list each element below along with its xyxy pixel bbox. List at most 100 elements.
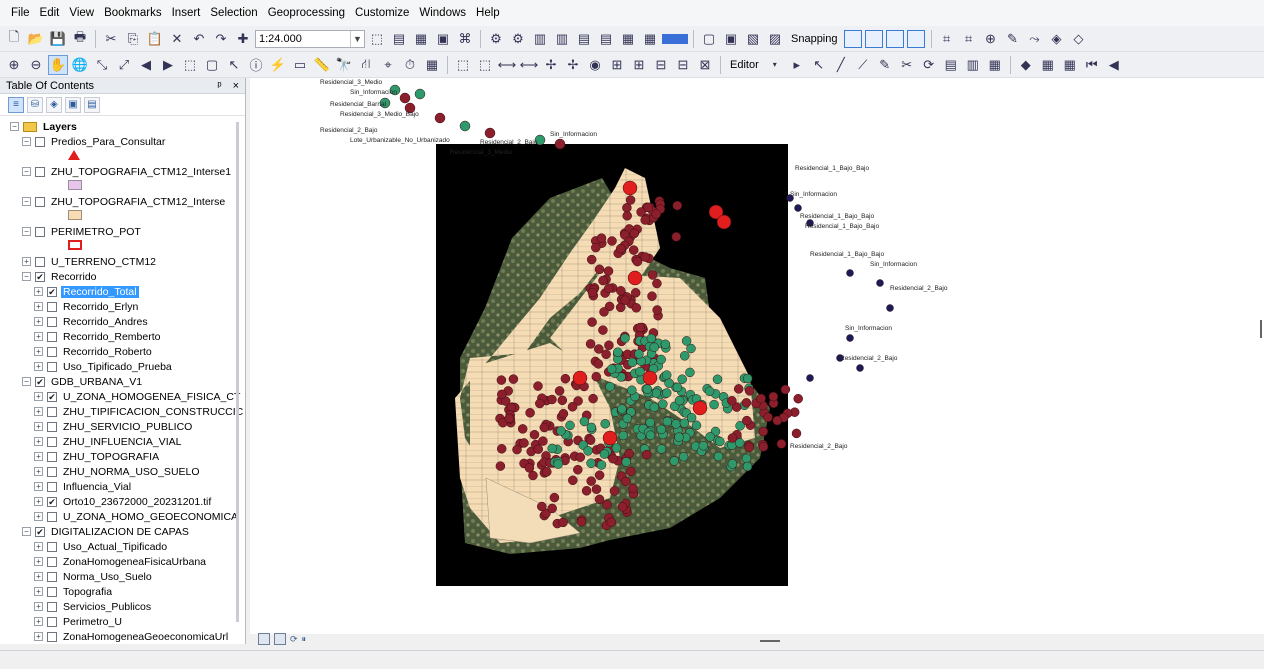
menu-bookmarks[interactable]: Bookmarks <box>99 0 167 26</box>
edit-tool-j[interactable]: ⊟ <box>651 55 671 75</box>
toc-layer-row[interactable]: + Recorrido_Andres <box>34 314 150 329</box>
toc-layer-row[interactable]: − ZHU_TOPOGRAFIA_CTM12_Interse <box>22 194 227 209</box>
toc-layer-row[interactable]: + ZHU_TOPOGRAFIA <box>34 449 161 464</box>
toc-layer-row[interactable]: + Recorrido_Roberto <box>34 344 154 359</box>
survey-point[interactable] <box>627 357 638 368</box>
layer-visibility-checkbox[interactable] <box>35 166 45 177</box>
select-features-icon[interactable]: ⬚ <box>180 55 200 75</box>
rotate-icon[interactable]: ⟳ <box>919 55 939 75</box>
survey-point[interactable] <box>741 453 752 464</box>
menu-customize[interactable]: Customize <box>350 0 414 26</box>
survey-point[interactable] <box>733 384 744 394</box>
expand-icon[interactable]: + <box>34 512 43 521</box>
toc-layer-row[interactable]: + ZonaHomogeneaFisicaUrbana <box>34 554 208 569</box>
create-features-icon[interactable]: ▦ <box>985 55 1005 75</box>
survey-point[interactable] <box>542 467 552 477</box>
survey-point[interactable] <box>672 200 683 211</box>
survey-point[interactable] <box>664 378 674 388</box>
survey-point[interactable] <box>556 426 566 436</box>
snap-end-icon[interactable] <box>864 29 883 48</box>
survey-point[interactable] <box>537 501 547 512</box>
survey-point[interactable] <box>525 408 535 418</box>
survey-point[interactable] <box>591 484 602 494</box>
tool-icon-d[interactable]: ▥ <box>552 29 572 49</box>
collapse-icon[interactable]: − <box>22 272 31 281</box>
find-icon[interactable]: 🔭 <box>334 55 354 75</box>
snapping-menu[interactable]: Snapping <box>787 29 842 49</box>
layer-visibility-checkbox[interactable]: ✔ <box>35 526 45 537</box>
survey-point[interactable] <box>709 399 719 410</box>
survey-point-highlight[interactable] <box>642 370 658 386</box>
survey-point[interactable] <box>598 325 608 335</box>
layer-visibility-checkbox[interactable] <box>35 226 45 237</box>
tool-icon-a[interactable]: ⚙ <box>486 29 506 49</box>
survey-point[interactable] <box>567 402 578 412</box>
survey-point[interactable] <box>602 499 612 510</box>
survey-point[interactable] <box>557 395 568 406</box>
toc-layer-row[interactable]: − PERIMETRO_POT <box>22 224 143 239</box>
survey-point[interactable] <box>713 451 724 462</box>
survey-point-highlight[interactable] <box>572 370 588 386</box>
survey-point-outlier[interactable] <box>434 112 446 124</box>
expand-icon[interactable]: + <box>34 452 43 461</box>
survey-point[interactable] <box>727 459 738 469</box>
print-icon[interactable]: 🖶 <box>70 29 90 49</box>
survey-point[interactable] <box>594 264 605 275</box>
survey-point[interactable] <box>642 384 653 394</box>
expand-icon[interactable]: + <box>34 542 43 551</box>
survey-point[interactable] <box>630 288 641 298</box>
survey-point[interactable] <box>599 307 609 317</box>
layer-visibility-checkbox[interactable] <box>35 256 45 267</box>
toc-layer-row[interactable]: − ZHU_TOPOGRAFIA_CTM12_Interse1 <box>22 164 233 179</box>
survey-point[interactable] <box>616 243 626 254</box>
georef-icon-d[interactable]: ⏮ <box>1082 55 1102 75</box>
survey-point[interactable] <box>617 502 628 512</box>
layer-visibility-checkbox[interactable] <box>47 301 57 312</box>
pan-icon[interactable]: ✋ <box>48 54 68 75</box>
layers-root[interactable]: − Layers <box>10 119 79 134</box>
survey-point[interactable] <box>647 291 657 301</box>
collapse-icon[interactable]: − <box>22 227 31 236</box>
survey-point[interactable] <box>662 416 673 427</box>
survey-point[interactable] <box>742 461 753 472</box>
survey-point[interactable] <box>656 424 667 435</box>
survey-point[interactable] <box>495 461 506 471</box>
layer-visibility-checkbox[interactable] <box>47 361 57 372</box>
survey-point[interactable] <box>645 430 656 441</box>
layer-visibility-checkbox[interactable]: ✔ <box>35 376 45 387</box>
survey-point[interactable] <box>741 398 752 408</box>
survey-point[interactable] <box>593 359 604 369</box>
tool-icon-g[interactable]: ▦ <box>618 29 638 49</box>
report-icon[interactable]: ▨ <box>765 29 785 49</box>
toc-layer-row[interactable]: − ✔ Recorrido <box>22 269 99 284</box>
layout-view-tab-icon[interactable] <box>274 633 286 645</box>
toc-layer-row[interactable]: + Norma_Uso_Suelo <box>34 569 154 584</box>
tool-icon-e[interactable]: ▤ <box>574 29 594 49</box>
toc-layer-row[interactable]: + Servicios_Publicos <box>34 599 153 614</box>
list-by-selection-icon[interactable]: ▣ <box>65 96 81 113</box>
expand-icon[interactable]: + <box>34 482 43 491</box>
survey-point[interactable] <box>600 419 610 429</box>
survey-point[interactable] <box>538 436 548 446</box>
forward-icon[interactable]: ▶ <box>158 55 178 75</box>
survey-point[interactable] <box>604 283 614 294</box>
survey-point[interactable] <box>508 374 519 384</box>
survey-point-outlier[interactable] <box>414 88 426 100</box>
toc-layer-row[interactable]: + ✔ Orto10_23672000_20231201.tif <box>34 494 213 509</box>
survey-point-highlight[interactable] <box>602 430 618 446</box>
options-icon[interactable]: ▤ <box>84 96 100 113</box>
survey-point[interactable] <box>634 349 644 359</box>
toc-layer-row[interactable]: + Recorrido_Remberto <box>34 329 162 344</box>
survey-point[interactable] <box>621 476 631 487</box>
survey-point[interactable] <box>613 347 623 357</box>
color-swatch-icon[interactable] <box>662 33 688 44</box>
tool-icon-c[interactable]: ▥ <box>530 29 550 49</box>
sketch-icon[interactable]: ✎ <box>875 55 895 75</box>
survey-point[interactable] <box>624 448 634 459</box>
survey-point[interactable] <box>628 245 639 255</box>
expand-icon[interactable]: + <box>22 257 31 266</box>
survey-point[interactable] <box>587 317 597 327</box>
toc-layer-row[interactable]: − Predios_Para_Consultar <box>22 134 167 149</box>
survey-point[interactable] <box>649 402 660 413</box>
expand-icon[interactable]: + <box>34 557 43 566</box>
